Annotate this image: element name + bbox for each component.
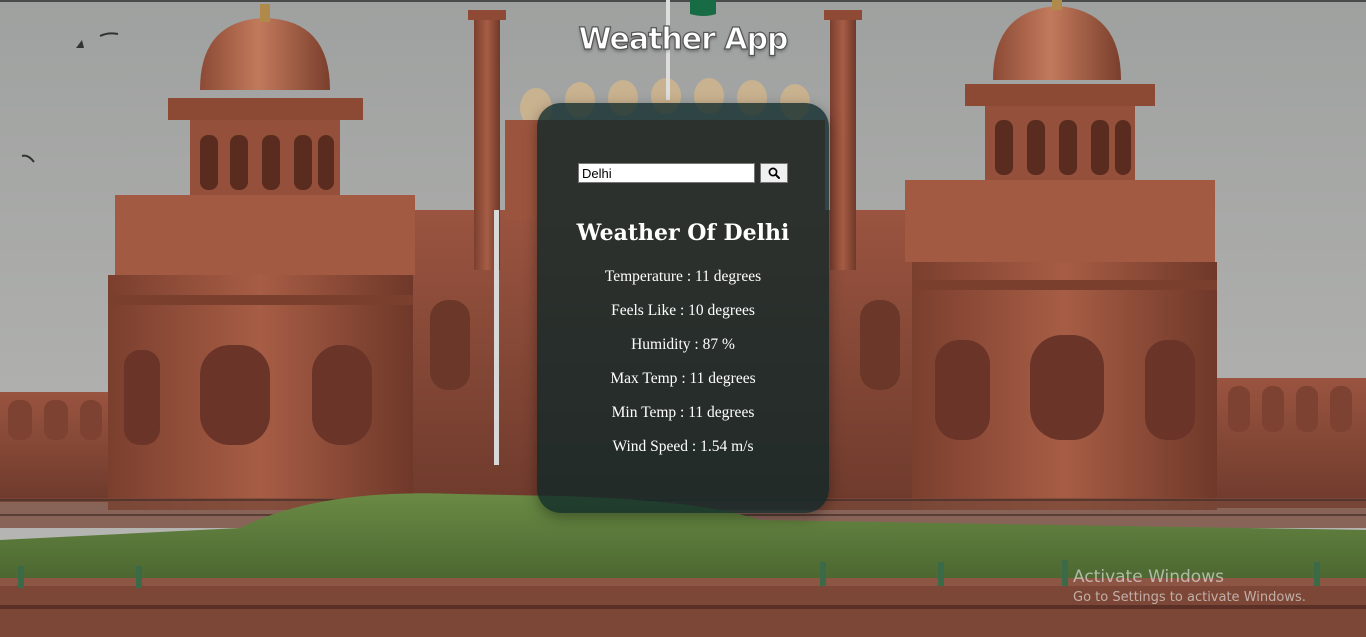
humidity-stat: Humidity : 87 % <box>537 336 829 354</box>
stat-label: Humidity <box>631 336 691 353</box>
max-temp-stat: Max Temp : 11 degrees <box>537 370 829 388</box>
weather-card: Weather Of Delhi Temperature : 11 degree… <box>537 103 829 513</box>
wind-speed-stat: Wind Speed : 1.54 m/s <box>537 438 829 456</box>
activate-windows-watermark: Activate Windows Go to Settings to activ… <box>1073 566 1306 608</box>
watermark-title: Activate Windows <box>1073 567 1224 587</box>
min-temp-stat: Min Temp : 11 degrees <box>537 404 829 422</box>
stat-value: 11 degrees <box>688 404 755 421</box>
stat-label: Min Temp <box>611 404 677 421</box>
stat-label: Temperature <box>604 268 683 285</box>
stat-value: 11 degrees <box>689 370 756 387</box>
stat-separator: : <box>688 438 701 455</box>
weather-heading: Weather Of Delhi <box>576 220 790 246</box>
stat-value: 10 degrees <box>688 302 755 319</box>
stat-value: 87 % <box>702 336 735 353</box>
city-search-input[interactable] <box>578 163 755 183</box>
stat-value: 11 degrees <box>695 268 762 285</box>
app-title: Weather App <box>578 21 789 57</box>
stat-separator: : <box>682 268 695 285</box>
stat-separator: : <box>677 370 690 387</box>
feels-like-stat: Feels Like : 10 degrees <box>537 302 829 320</box>
stat-separator: : <box>676 302 689 319</box>
temperature-stat: Temperature : 11 degrees <box>537 268 829 286</box>
stat-value: 1.54 m/s <box>700 438 754 455</box>
search-bar <box>578 163 788 183</box>
search-icon <box>768 167 780 179</box>
stat-label: Feels Like <box>611 302 677 319</box>
stat-label: Max Temp <box>610 370 678 387</box>
watermark-subtitle: Go to Settings to activate Windows. <box>1073 590 1306 605</box>
stat-separator: : <box>690 336 703 353</box>
search-button[interactable] <box>760 163 788 183</box>
stat-separator: : <box>676 404 689 421</box>
stat-label: Wind Speed <box>612 438 689 455</box>
